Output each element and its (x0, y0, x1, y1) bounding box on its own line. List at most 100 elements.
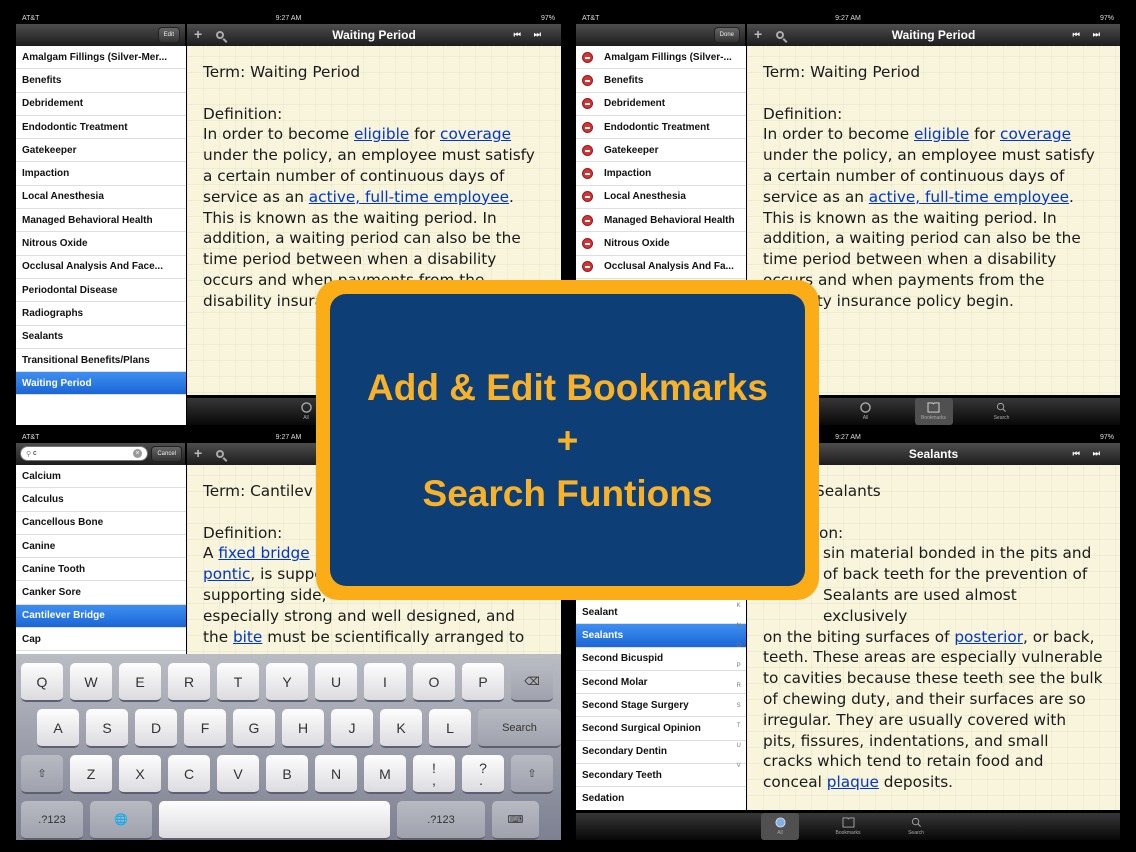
navigation-icons[interactable]: ⏮⏭ (1073, 449, 1113, 459)
keyboard-key[interactable]: Y (266, 663, 308, 702)
list-item[interactable]: Managed Behavioral Health (16, 209, 186, 233)
link-posterior[interactable]: posterior (954, 628, 1023, 646)
list-item[interactable]: Secondary Dentin (576, 741, 746, 765)
link-employee[interactable]: active, full-time employee (309, 188, 509, 206)
keyboard-key[interactable]: C (168, 755, 210, 794)
list-item[interactable]: Gatekeeper (16, 139, 186, 163)
list-item[interactable]: Second Stage Surgery (576, 694, 746, 718)
edit-button[interactable]: Edit (157, 27, 180, 43)
keyboard-key[interactable] (159, 801, 390, 840)
add-icon[interactable]: + (194, 445, 202, 461)
list-item[interactable]: Second Bicuspid (576, 648, 746, 671)
keyboard-key[interactable]: S (86, 709, 128, 748)
keyboard-key[interactable]: P (462, 663, 504, 702)
alphabet-index[interactable]: K N O P R S T U V (736, 603, 741, 769)
list-item[interactable]: Calcium (16, 465, 186, 489)
add-icon[interactable]: + (754, 26, 762, 42)
list-item[interactable]: Occlusal Analysis And Face... (16, 256, 186, 279)
keyboard-key[interactable]: U (315, 663, 357, 702)
list-item[interactable]: Sealants (16, 326, 186, 349)
list-item[interactable]: Cancellous Bone (16, 512, 186, 535)
tab-all[interactable]: All (761, 813, 799, 840)
link-coverage[interactable]: coverage (440, 125, 511, 143)
list-item[interactable]: Benefits (16, 69, 186, 93)
keyboard-key[interactable]: X (119, 755, 161, 794)
list-item[interactable]: Endodontic Treatment (576, 116, 746, 140)
keyboard-key[interactable]: ⌨ (492, 801, 539, 840)
index-letter[interactable]: O (736, 643, 741, 649)
keyboard-key[interactable]: ⇧ (21, 755, 63, 794)
keyboard-key[interactable]: K (380, 709, 422, 748)
list-item[interactable]: Nitrous Oxide (16, 232, 186, 256)
list-item[interactable]: Managed Behavioral Health (576, 209, 746, 233)
keyboard-key[interactable]: J (331, 709, 373, 748)
link-plaque[interactable]: plaque (827, 773, 879, 791)
tab-bookmarks[interactable]: Bookmarks (914, 398, 953, 425)
list-item[interactable]: Impaction (576, 162, 746, 186)
delete-icon[interactable] (582, 51, 593, 63)
index-letter[interactable]: R (736, 683, 740, 689)
keyboard-key[interactable]: Q (21, 663, 63, 702)
delete-icon[interactable] (582, 144, 593, 156)
list-item[interactable]: Endodontic Treatment (16, 116, 186, 140)
list-item[interactable]: Local Anesthesia (16, 186, 186, 210)
list-item[interactable]: Periodontal Disease (16, 279, 186, 303)
list-item[interactable]: Radiographs (16, 302, 186, 326)
link-coverage[interactable]: coverage (1000, 125, 1071, 143)
link-eligible[interactable]: eligible (354, 125, 409, 143)
link-fixed-bridge[interactable]: fixed bridge (218, 544, 309, 562)
link-employee[interactable]: active, full-time employee (869, 188, 1069, 206)
keyboard-key[interactable]: A (37, 709, 79, 748)
list-item[interactable]: Cantilever Bridge (16, 604, 186, 629)
list-item[interactable]: Amalgam Fillings (Silver-... (576, 46, 746, 70)
keyboard-key[interactable]: ? . (462, 755, 504, 794)
keyboard-key[interactable]: 🌐 (90, 801, 152, 840)
delete-icon[interactable] (582, 168, 593, 180)
keyboard-key[interactable]: ! , (413, 755, 455, 794)
list-item[interactable]: Waiting Period (16, 372, 186, 396)
index-letter[interactable]: N (736, 623, 740, 629)
search-input[interactable]: ⚲ c × (20, 446, 148, 461)
keyboard-key[interactable]: T (217, 663, 259, 702)
cancel-button[interactable]: Cancel (151, 446, 182, 462)
list-item[interactable]: Debridement (16, 93, 186, 116)
keyboard-key[interactable]: W (70, 663, 112, 702)
list-item[interactable]: Impaction (16, 162, 186, 186)
index-letter[interactable]: T (737, 723, 741, 729)
delete-icon[interactable] (582, 191, 593, 203)
clear-icon[interactable]: × (133, 449, 142, 458)
index-letter[interactable]: U (736, 743, 740, 749)
navigation-icons[interactable]: ⏮⏭ (514, 30, 554, 40)
delete-icon[interactable] (582, 121, 593, 133)
list-item[interactable]: Second Surgical Opinion (576, 717, 746, 741)
delete-icon[interactable] (582, 74, 593, 86)
list-item[interactable]: Secondary Teeth (576, 764, 746, 788)
tab-bookmarks[interactable]: Bookmarks (829, 813, 867, 840)
list-item[interactable]: Canine Tooth (16, 558, 186, 582)
list-item[interactable]: Calculus (16, 488, 186, 512)
link-eligible[interactable]: eligible (914, 125, 969, 143)
list-item[interactable]: Nitrous Oxide (576, 232, 746, 256)
keyboard-key[interactable]: F (184, 709, 226, 748)
list-item[interactable]: Sedation (576, 787, 746, 810)
keyboard-key[interactable]: D (135, 709, 177, 748)
delete-icon[interactable] (582, 214, 593, 226)
list-item[interactable]: Gatekeeper (576, 139, 746, 163)
index-letter[interactable]: P (737, 663, 741, 669)
list-item[interactable]: Cap (16, 628, 186, 652)
keyboard-key[interactable]: V (217, 755, 259, 794)
list-item[interactable]: Canker Sore (16, 581, 186, 605)
delete-icon[interactable] (582, 238, 593, 250)
list-item[interactable]: Second Molar (576, 671, 746, 695)
delete-icon[interactable] (582, 98, 593, 110)
list-item[interactable]: Local Anesthesia (576, 186, 746, 210)
list-item[interactable]: Sealants (576, 624, 746, 648)
tab-all[interactable]: All (847, 398, 885, 425)
keyboard-key[interactable]: E (119, 663, 161, 702)
tab-search[interactable]: Search (983, 398, 1021, 425)
add-icon[interactable]: + (194, 26, 202, 42)
list-item[interactable]: Occlusal Analysis And Fa... (576, 256, 746, 279)
keyboard-key[interactable]: ⇧ (511, 755, 553, 794)
delete-icon[interactable] (582, 261, 593, 273)
index-letter[interactable]: K (737, 603, 741, 609)
